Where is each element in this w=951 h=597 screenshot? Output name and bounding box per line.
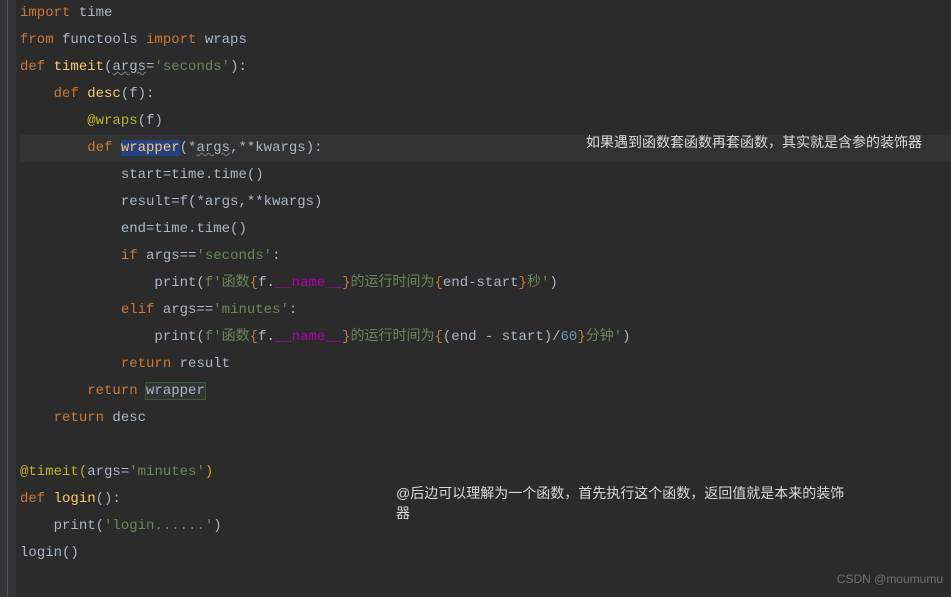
- code-line[interactable]: elif args=='minutes':: [20, 297, 951, 324]
- code-line[interactable]: print(f'函数{f.__name__}的运行时间为{end-start}秒…: [20, 270, 951, 297]
- code-line[interactable]: return wrapper: [20, 378, 951, 405]
- code-line[interactable]: import time: [20, 0, 951, 27]
- code-line[interactable]: login(): [20, 540, 951, 567]
- code-line[interactable]: start=time.time(): [20, 162, 951, 189]
- code-line[interactable]: return result: [20, 351, 951, 378]
- code-line[interactable]: def wrapper(*args,**kwargs):: [20, 135, 951, 162]
- code-line[interactable]: end=time.time(): [20, 216, 951, 243]
- code-line[interactable]: def desc(f):: [20, 81, 951, 108]
- code-line[interactable]: def timeit(args='seconds'):: [20, 54, 951, 81]
- code-line[interactable]: [20, 432, 951, 459]
- watermark: CSDN @moumumu: [837, 566, 943, 593]
- code-line[interactable]: return desc: [20, 405, 951, 432]
- code-line[interactable]: print('login......'): [20, 513, 951, 540]
- code-line[interactable]: def login():: [20, 486, 951, 513]
- code-line[interactable]: if args=='seconds':: [20, 243, 951, 270]
- fold-gutter: [0, 0, 16, 597]
- code-line[interactable]: from functools import wraps: [20, 27, 951, 54]
- code-line[interactable]: @timeit(args='minutes'): [20, 459, 951, 486]
- code-line[interactable]: result=f(*args,**kwargs): [20, 189, 951, 216]
- code-line[interactable]: print(f'函数{f.__name__}的运行时间为{(end - star…: [20, 324, 951, 351]
- code-content[interactable]: import time from functools import wraps …: [16, 0, 951, 597]
- code-line[interactable]: @wraps(f): [20, 108, 951, 135]
- code-editor[interactable]: import time from functools import wraps …: [0, 0, 951, 597]
